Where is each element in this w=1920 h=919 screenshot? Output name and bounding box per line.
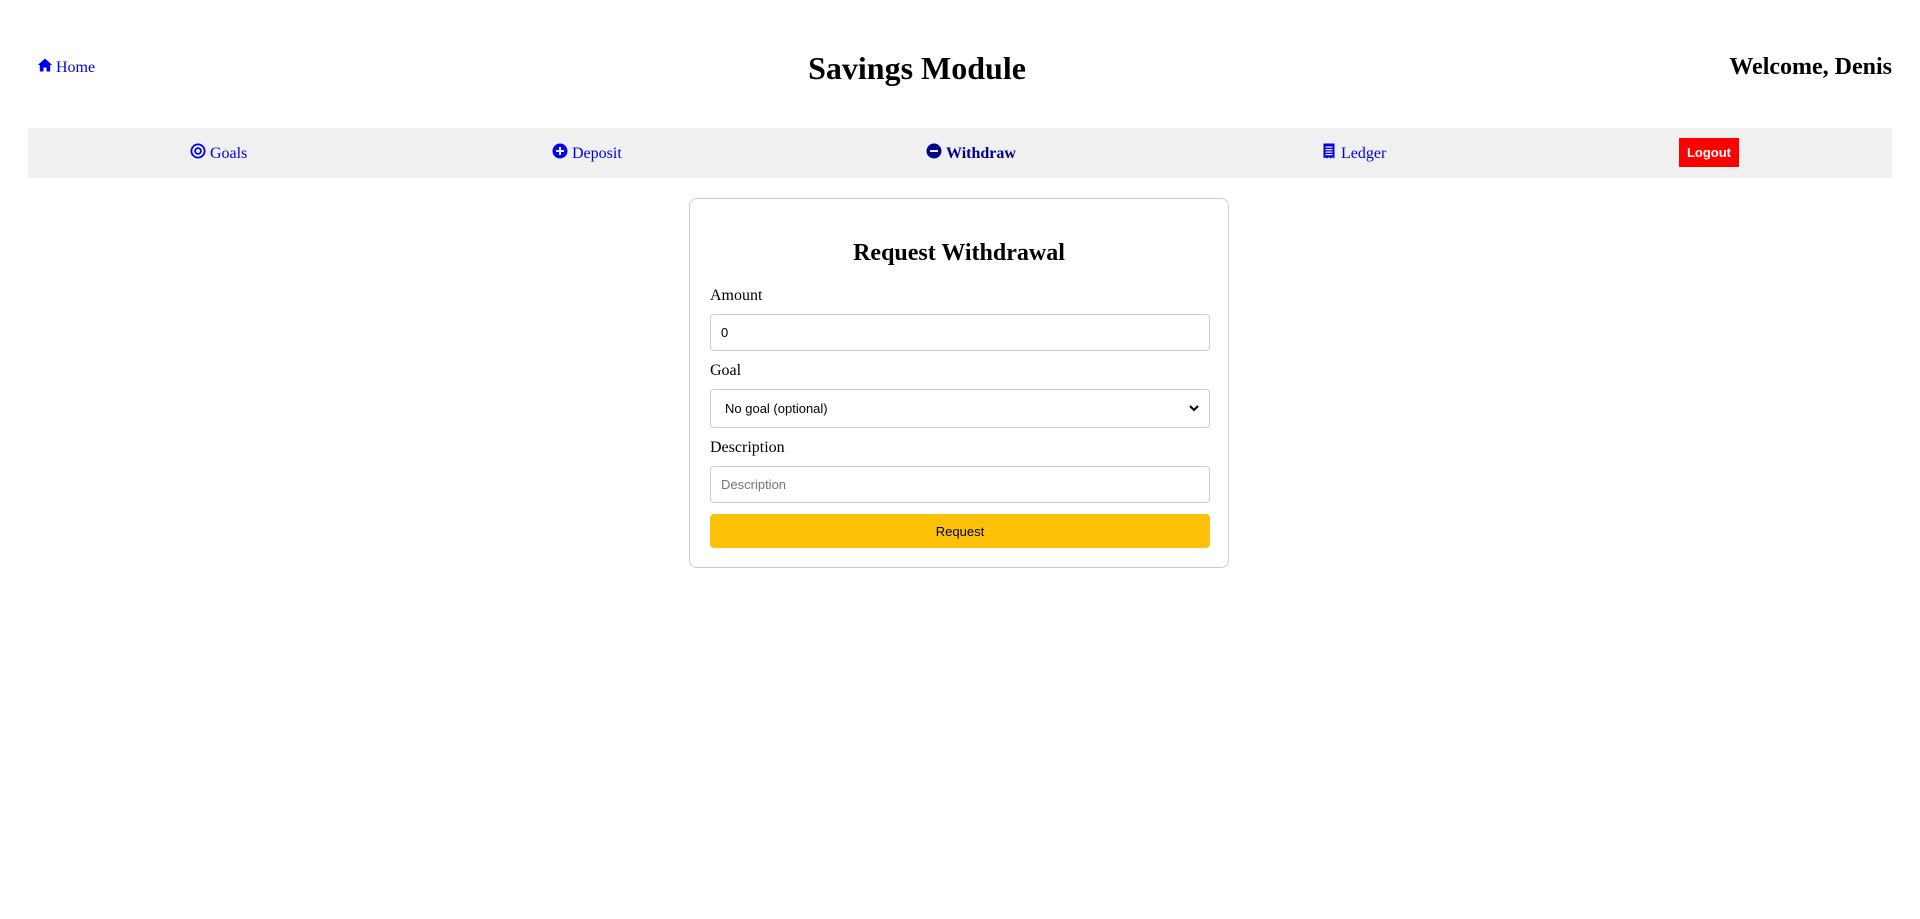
welcome-message: Welcome, Denis [1729, 54, 1892, 80]
goal-select[interactable]: No goal (optional) [710, 389, 1210, 428]
nav-goals[interactable]: Goals [190, 143, 247, 164]
home-icon [37, 57, 53, 78]
nav-withdraw-label: Withdraw [946, 144, 1016, 162]
nav-goals-label: Goals [210, 144, 248, 162]
goal-label: Goal [710, 362, 742, 379]
logout-button[interactable]: Logout [1679, 138, 1739, 167]
minus-circle-icon [926, 143, 942, 164]
page-title: Savings Module [808, 50, 1026, 86]
nav-deposit[interactable]: Deposit [552, 143, 622, 164]
goal-select-value: No goal (optional) [725, 401, 828, 416]
receipt-icon [1321, 143, 1337, 164]
withdrawal-form-card: Request Withdrawal Amount Goal No goal (… [689, 198, 1229, 568]
top-bar: Home Savings Module Welcome, Denis [0, 0, 1920, 128]
nav-ledger[interactable]: Ledger [1321, 143, 1386, 164]
nav-deposit-label: Deposit [572, 144, 622, 162]
amount-label: Amount [710, 287, 763, 304]
amount-input[interactable] [710, 314, 1210, 351]
home-label: Home [56, 58, 96, 76]
plus-circle-icon [552, 143, 568, 164]
main-navigation: Goals Deposit Withdraw Ledger Logout [28, 128, 1892, 178]
description-label: Description [710, 439, 785, 456]
nav-ledger-label: Ledger [1341, 144, 1387, 162]
nav-withdraw[interactable]: Withdraw [926, 143, 1016, 164]
home-link[interactable]: Home [37, 57, 95, 78]
chevron-down-icon [1189, 401, 1199, 416]
form-title: Request Withdrawal [853, 240, 1065, 266]
request-button[interactable]: Request [710, 514, 1210, 548]
target-icon [190, 143, 206, 164]
description-input[interactable] [710, 466, 1210, 503]
